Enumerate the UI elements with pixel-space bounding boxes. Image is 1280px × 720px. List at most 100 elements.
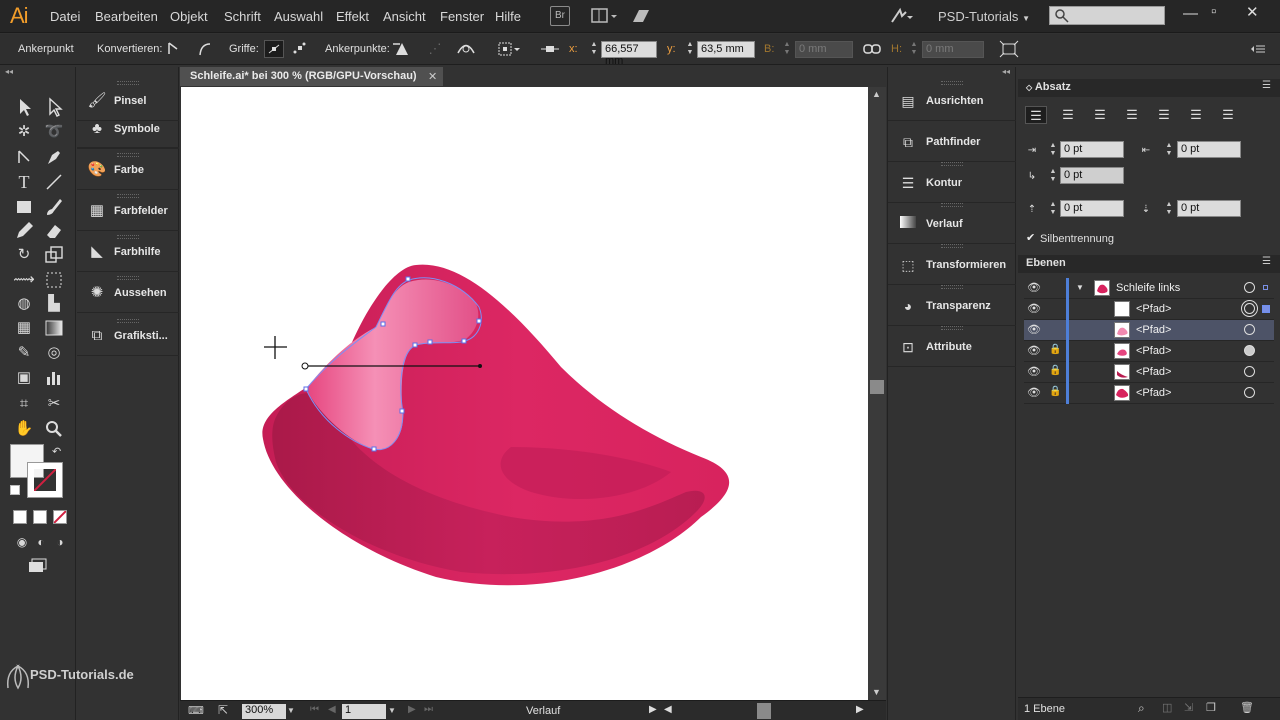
artboard-dropdown-icon[interactable]: ▼	[388, 706, 396, 715]
panel-grip[interactable]	[117, 153, 139, 157]
pen-anchor-tool-icon[interactable]	[13, 146, 35, 168]
vertical-scrollbar[interactable]: ▲ ▼	[868, 87, 886, 700]
delete-layer-icon[interactable]: 🗑	[1240, 701, 1254, 714]
zoom-dropdown-icon[interactable]: ▼	[287, 706, 295, 715]
first-artboard-icon[interactable]: ⏮	[310, 704, 319, 715]
screen-mode-icon[interactable]	[26, 555, 48, 577]
default-colors-icon[interactable]	[10, 485, 20, 495]
layer-row-path-2[interactable]: 👁 <Pfad>	[1024, 320, 1274, 341]
show-handles-icon[interactable]	[264, 40, 284, 58]
pencil-tool-icon[interactable]	[13, 220, 35, 242]
hide-handles-icon[interactable]	[290, 40, 310, 58]
layer-name[interactable]: Schleife links	[1116, 282, 1180, 294]
document-info-icon[interactable]: ⌨	[188, 704, 204, 717]
selection-indicator-icon[interactable]	[1263, 285, 1268, 290]
gpu-performance-icon[interactable]	[630, 6, 652, 26]
layer-row-group[interactable]: 👁 ▼ Schleife links	[1024, 278, 1274, 299]
right-indent-field[interactable]: 0 pt	[1177, 141, 1241, 158]
justify-right-button[interactable]: ☰	[1185, 106, 1207, 124]
hand-tool-icon[interactable]: ✋	[13, 418, 35, 440]
panel-symbole[interactable]: ♣ Symbole	[77, 109, 179, 149]
gradient-tool-icon[interactable]	[43, 317, 65, 339]
paragraph-panel-title[interactable]: ◇ Absatz	[1018, 79, 1280, 97]
collapse-left-icon[interactable]: ◂◂	[5, 67, 13, 76]
hscroll-left-icon[interactable]: ◀	[664, 704, 672, 715]
width-field[interactable]: 0 mm	[795, 41, 853, 58]
menu-hilfe[interactable]: Hilfe	[495, 9, 521, 24]
right-indent-stepper-icon[interactable]: ▲ ▼	[1164, 142, 1174, 159]
layer-target-icon[interactable]	[1244, 324, 1255, 335]
align-left-button[interactable]: ☰	[1025, 106, 1047, 124]
layer-target-icon[interactable]	[1244, 366, 1255, 377]
paragraph-menu-icon[interactable]: ☰	[1262, 80, 1271, 91]
scale-tool-icon[interactable]	[43, 244, 65, 266]
layer-name[interactable]: <Pfad>	[1136, 324, 1171, 336]
panel-grip[interactable]	[117, 319, 139, 323]
layer-name[interactable]: <Pfad>	[1136, 345, 1171, 357]
lock-icon[interactable]: 🔒	[1049, 386, 1061, 397]
export-icon[interactable]: ⇱	[218, 703, 228, 717]
workspace-switcher[interactable]: PSD-Tutorials ▼	[938, 9, 1030, 24]
panel-grip[interactable]	[941, 203, 963, 207]
lasso-tool-icon[interactable]: ➰	[43, 121, 65, 143]
panel-kontur[interactable]: ☰ Kontur	[888, 163, 1016, 203]
no-color-mode-icon[interactable]	[53, 510, 67, 524]
panel-ausrichten[interactable]: ▤ Ausrichten	[888, 81, 1016, 121]
layer-name[interactable]: <Pfad>	[1136, 303, 1171, 315]
space-before-field[interactable]: 0 pt	[1060, 200, 1124, 217]
rotate-tool-icon[interactable]: ↻	[13, 244, 35, 266]
scroll-down-icon[interactable]: ▼	[872, 687, 881, 697]
space-before-stepper-icon[interactable]: ▲ ▼	[1048, 201, 1058, 218]
panel-grip[interactable]	[117, 276, 139, 280]
line-tool-icon[interactable]	[43, 171, 65, 193]
panel-grip[interactable]	[941, 81, 963, 85]
panel-transparenz[interactable]: ◕ Transparenz	[888, 286, 1016, 326]
space-after-field[interactable]: 0 pt	[1177, 200, 1241, 217]
shape-builder-tool-icon[interactable]: ◍	[13, 293, 35, 315]
align-anchor-icon[interactable]	[540, 40, 560, 58]
cut-path-icon[interactable]	[456, 40, 476, 58]
maximize-icon[interactable]: ▫	[1211, 3, 1216, 20]
first-line-stepper-icon[interactable]: ▲ ▼	[1048, 168, 1058, 185]
new-layer-icon[interactable]: ❐	[1206, 701, 1216, 714]
lock-icon[interactable]: 🔒	[1049, 344, 1061, 355]
connect-anchors-icon[interactable]: ⋰	[425, 40, 445, 58]
draw-inside-icon[interactable]: ◑	[49, 531, 71, 553]
space-after-stepper-icon[interactable]: ▲ ▼	[1164, 201, 1174, 218]
left-indent-field[interactable]: 0 pt	[1060, 141, 1124, 158]
prev-artboard-icon[interactable]: ◀	[328, 704, 336, 715]
graph-tool-icon[interactable]	[43, 367, 65, 389]
panel-grip[interactable]	[941, 285, 963, 289]
justify-left-button[interactable]: ☰	[1121, 106, 1143, 124]
justify-all-button[interactable]: ☰	[1217, 106, 1239, 124]
transform-icon[interactable]	[999, 40, 1019, 58]
layer-target-icon[interactable]	[1244, 387, 1255, 398]
visibility-eye-icon[interactable]: 👁	[1027, 302, 1041, 315]
panel-pathfinder[interactable]: ⧉ Pathfinder	[888, 122, 1016, 162]
height-field[interactable]: 0 mm	[922, 41, 984, 58]
remove-anchor-icon[interactable]	[392, 40, 412, 58]
pen-tool-icon[interactable]	[43, 146, 65, 168]
hscroll-thumb[interactable]	[757, 703, 771, 719]
x-stepper-icon[interactable]: ▲ ▼	[589, 41, 599, 58]
selection-tool-icon[interactable]	[13, 96, 35, 118]
minimize-icon[interactable]: —	[1183, 5, 1198, 22]
search-input[interactable]	[1049, 6, 1165, 25]
panel-transformieren[interactable]: ⬚ Transformieren	[888, 245, 1016, 285]
zoom-tool-icon[interactable]	[43, 418, 65, 440]
rectangle-tool-icon[interactable]	[13, 196, 35, 218]
control-menu-icon[interactable]	[1248, 40, 1268, 58]
mesh-tool-icon[interactable]: ▦	[13, 317, 35, 339]
free-transform-tool-icon[interactable]	[43, 269, 65, 291]
align-right-button[interactable]: ☰	[1089, 106, 1111, 124]
convert-corner-icon[interactable]	[163, 40, 183, 58]
layers-menu-icon[interactable]: ☰	[1262, 256, 1271, 267]
menu-bearbeiten[interactable]: Bearbeiten	[95, 9, 158, 24]
menu-datei[interactable]: Datei	[50, 9, 80, 24]
menu-auswahl[interactable]: Auswahl	[274, 9, 323, 24]
type-tool-icon[interactable]: T	[13, 171, 35, 193]
panel-grip[interactable]	[941, 326, 963, 330]
panel-verlauf[interactable]: Verlauf	[888, 204, 1016, 244]
align-center-button[interactable]: ☰	[1057, 106, 1079, 124]
artboard-canvas[interactable]	[181, 87, 868, 700]
